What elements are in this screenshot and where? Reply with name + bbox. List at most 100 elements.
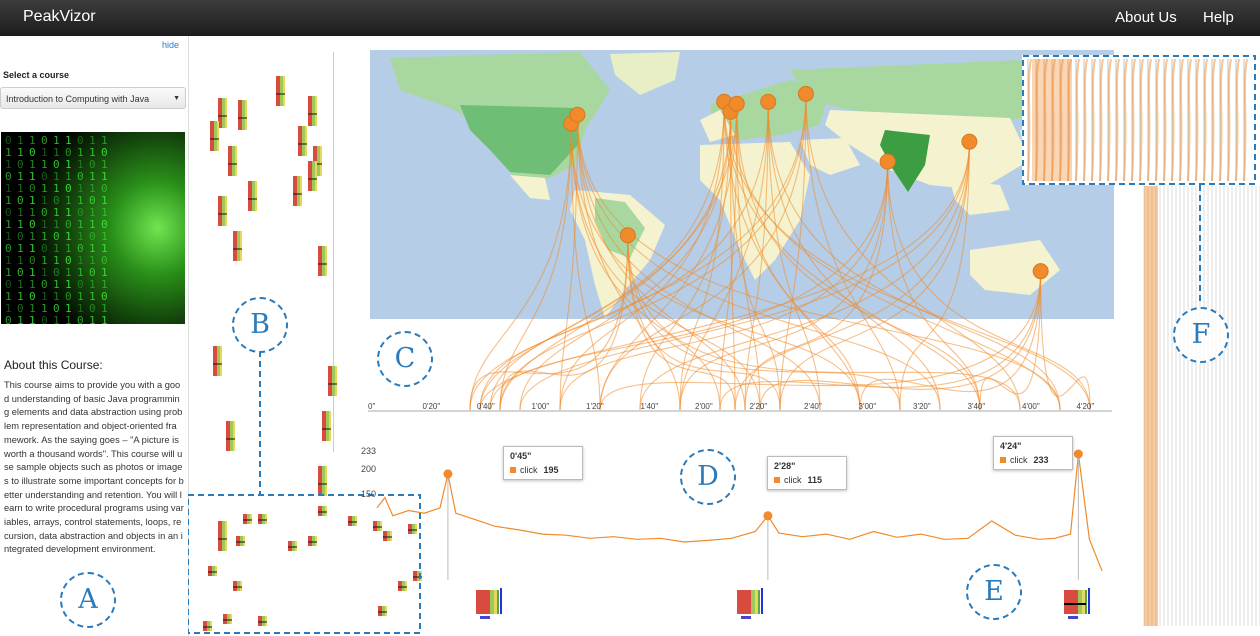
flow-axis-tick-label: 2'00" bbox=[695, 402, 713, 411]
legend-swatch bbox=[510, 467, 516, 473]
flow-line bbox=[469, 93, 807, 411]
flow-axis-tick-label: 4'20" bbox=[1076, 402, 1095, 411]
course-glyph[interactable] bbox=[243, 514, 252, 524]
about-us-link[interactable]: About Us bbox=[1115, 9, 1177, 26]
tooltip-value: 195 bbox=[543, 465, 559, 475]
course-glyph[interactable] bbox=[218, 98, 227, 128]
peak-tooltip: 0'45" click 195 bbox=[503, 446, 583, 480]
course-glyph[interactable] bbox=[318, 506, 327, 516]
course-glyph[interactable] bbox=[276, 76, 285, 106]
course-glyph[interactable] bbox=[233, 231, 242, 261]
flow-line bbox=[479, 111, 732, 411]
course-glyph[interactable] bbox=[228, 146, 237, 176]
flow-line bbox=[729, 111, 781, 411]
course-glyph[interactable] bbox=[223, 614, 232, 624]
tooltip-label: click bbox=[520, 465, 538, 475]
course-glyph[interactable] bbox=[208, 566, 217, 576]
map-location-marker[interactable] bbox=[760, 93, 777, 110]
course-glyph[interactable] bbox=[233, 581, 242, 591]
flow-line bbox=[805, 93, 1021, 411]
course-glyph[interactable] bbox=[236, 536, 245, 546]
course-glyph[interactable] bbox=[308, 536, 317, 546]
legend-swatch bbox=[774, 477, 780, 483]
flow-axis-tick-label: 0'20" bbox=[422, 402, 441, 411]
tooltip-value: 233 bbox=[1033, 455, 1049, 465]
peak-point[interactable] bbox=[1073, 449, 1083, 459]
tooltip-value: 115 bbox=[807, 475, 823, 485]
flow-axis-tick-label: 2'40" bbox=[804, 402, 822, 411]
flow-line bbox=[559, 101, 725, 411]
flow-line bbox=[759, 271, 1042, 411]
strip-highlight bbox=[1144, 186, 1158, 626]
flow-line bbox=[729, 111, 1061, 411]
flow-line bbox=[479, 101, 769, 411]
flow-line bbox=[499, 123, 572, 411]
app-title: PeakVizor bbox=[23, 8, 96, 25]
peak-tooltip: 2'28" click 115 bbox=[767, 456, 847, 490]
flow-axis-tick-label: 0'40" bbox=[477, 402, 495, 411]
annotation-badge-b: B bbox=[232, 297, 288, 353]
map-location-marker[interactable] bbox=[1032, 263, 1049, 280]
peak-point[interactable] bbox=[443, 469, 453, 479]
flow-axis-tick-label: 1'20" bbox=[586, 402, 604, 411]
flow-axis-tick-label: 1'00" bbox=[531, 402, 550, 411]
course-glyph[interactable] bbox=[258, 514, 267, 524]
map-location-marker[interactable] bbox=[619, 227, 636, 244]
flow-axis-tick-label: 3'20" bbox=[913, 402, 931, 411]
annotation-badge-d: D bbox=[680, 449, 736, 505]
flow-line bbox=[779, 141, 970, 411]
peak-glyph[interactable] bbox=[737, 588, 767, 622]
peak-glyph[interactable] bbox=[1064, 588, 1094, 622]
course-glyph[interactable] bbox=[210, 121, 219, 151]
annotation-badge-f: F bbox=[1173, 307, 1229, 363]
tooltip-time: 2'28" bbox=[774, 461, 796, 471]
flow-axis-tick-label: 3'40" bbox=[967, 402, 986, 411]
course-glyph[interactable] bbox=[218, 196, 227, 226]
overview-minimap[interactable] bbox=[1022, 55, 1256, 185]
annotation-badge-e: E bbox=[966, 564, 1022, 620]
course-glyph[interactable] bbox=[218, 521, 227, 551]
course-glyph[interactable] bbox=[328, 366, 337, 396]
flow-line bbox=[499, 93, 807, 411]
flow-line bbox=[479, 141, 970, 411]
legend-swatch bbox=[1000, 457, 1006, 463]
map-location-marker[interactable] bbox=[728, 95, 745, 112]
course-glyph[interactable] bbox=[288, 541, 297, 551]
flow-axis-tick-label: 2'20" bbox=[749, 402, 768, 411]
annotation-badge-a: A bbox=[60, 572, 116, 628]
course-glyph[interactable] bbox=[258, 616, 267, 626]
course-glyph[interactable] bbox=[293, 176, 302, 206]
course-glyph[interactable] bbox=[322, 411, 331, 441]
course-glyph[interactable] bbox=[248, 181, 257, 211]
course-glyph[interactable] bbox=[226, 421, 235, 451]
flow-axis-tick-label: 0" bbox=[368, 402, 376, 411]
map-location-marker[interactable] bbox=[569, 106, 586, 123]
map-location-marker[interactable] bbox=[797, 85, 814, 102]
flow-line bbox=[805, 93, 901, 411]
tooltip-label: click bbox=[784, 475, 802, 485]
flow-axis-tick-label: 4'00" bbox=[1022, 402, 1040, 411]
annotation-badge-c: C bbox=[377, 331, 433, 387]
y-tick-label: 233 bbox=[360, 446, 376, 456]
tooltip-time: 4'24" bbox=[1000, 441, 1022, 451]
course-glyph[interactable] bbox=[318, 246, 327, 276]
map-location-marker[interactable] bbox=[879, 153, 896, 170]
peak-point[interactable] bbox=[763, 511, 773, 521]
course-glyph[interactable] bbox=[238, 100, 247, 130]
flow-line bbox=[469, 123, 572, 411]
help-link[interactable]: Help bbox=[1203, 9, 1234, 26]
course-glyph[interactable] bbox=[318, 466, 327, 496]
course-glyph[interactable] bbox=[398, 581, 407, 591]
peak-tooltip: 4'24" click 233 bbox=[993, 436, 1073, 470]
map-location-marker[interactable] bbox=[961, 133, 978, 150]
course-glyph[interactable] bbox=[308, 96, 317, 126]
peak-glyph[interactable] bbox=[476, 588, 506, 622]
course-glyph[interactable] bbox=[213, 346, 222, 376]
y-tick-label: 200 bbox=[360, 464, 376, 474]
course-glyph[interactable] bbox=[203, 621, 212, 631]
course-glyph[interactable] bbox=[378, 606, 387, 616]
y-tick-label: 150 bbox=[360, 489, 376, 499]
course-glyph[interactable] bbox=[308, 161, 317, 191]
course-glyph[interactable] bbox=[298, 126, 307, 156]
course-glyph[interactable] bbox=[348, 516, 357, 526]
